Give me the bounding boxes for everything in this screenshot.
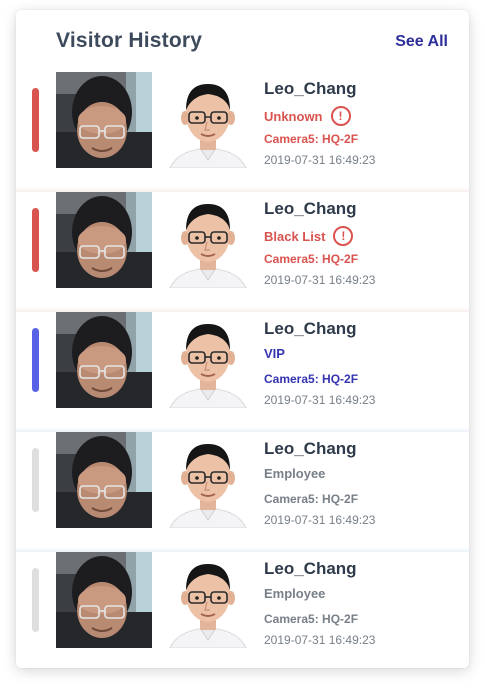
camera-location: Camera5: HQ-2F (264, 612, 359, 626)
visitor-status: Employee (264, 466, 325, 481)
visitor-status: Unknown! (264, 106, 351, 126)
camera-location: Camera5: HQ-2F (264, 252, 359, 266)
visitor-history-card: Visitor History See All Leo_Chang Unknown… (16, 10, 469, 668)
status-indicator-bar (32, 568, 39, 632)
captured-face-photo (56, 432, 152, 528)
visitor-row[interactable]: Leo_Chang Black List! Camera5: HQ-2F 2019-0… (16, 192, 469, 312)
visitor-status-label: Employee (264, 586, 326, 601)
registered-face-photo (160, 432, 256, 528)
visitor-status: Employee (264, 586, 325, 601)
visitor-row[interactable]: Leo_Chang Employee Camera5: HQ-2F 2019-07-3… (16, 552, 469, 668)
camera-location: Camera5: HQ-2F (264, 492, 359, 506)
visitor-row[interactable]: Leo_Chang VIP Camera5: HQ-2F 2019-07-31 16:… (16, 312, 469, 432)
visitor-name: Leo_Chang (264, 439, 357, 458)
status-indicator-bar (32, 88, 39, 152)
captured-face-photo (56, 192, 152, 288)
visit-timestamp: 2019-07-31 16:49:23 (264, 393, 376, 407)
captured-face-photo (56, 312, 152, 408)
alert-circle-icon: ! (333, 226, 354, 246)
captured-face-photo (56, 72, 152, 168)
visit-timestamp: 2019-07-31 16:49:23 (264, 633, 376, 647)
card-header: Visitor History See All (16, 10, 469, 72)
visitor-list: Leo_Chang Unknown! Camera5: HQ-2F 2019-07-3… (16, 72, 469, 668)
see-all-link[interactable]: See All (395, 33, 448, 51)
visitor-name: Leo_Chang (264, 199, 357, 218)
card-title: Visitor History (56, 29, 203, 52)
camera-location: Camera5: HQ-2F (264, 372, 359, 386)
visitor-status-label: Employee (264, 466, 326, 481)
status-indicator-bar (32, 208, 39, 272)
registered-face-photo (160, 192, 256, 288)
visitor-status-label: VIP (264, 346, 285, 361)
registered-face-photo (160, 72, 256, 168)
status-indicator-bar (32, 328, 39, 392)
visitor-status-label: Unknown (264, 108, 323, 124)
visitor-status: Black List! (264, 226, 354, 246)
status-indicator-bar (32, 448, 39, 512)
visitor-status: VIP (264, 346, 285, 361)
captured-face-photo (56, 552, 152, 648)
visitor-name: Leo_Chang (264, 79, 357, 98)
visit-timestamp: 2019-07-31 16:49:23 (264, 153, 376, 167)
alert-circle-icon: ! (330, 106, 351, 126)
visitor-row[interactable]: Leo_Chang Employee Camera5: HQ-2F 2019-07-3… (16, 432, 469, 552)
visit-timestamp: 2019-07-31 16:49:23 (264, 273, 376, 287)
visitor-name: Leo_Chang (264, 559, 357, 578)
visitor-name: Leo_Chang (264, 319, 357, 338)
visitor-status-label: Black List (264, 228, 326, 244)
visit-timestamp: 2019-07-31 16:49:23 (264, 513, 376, 527)
row-divider (16, 667, 469, 668)
camera-location: Camera5: HQ-2F (264, 132, 359, 146)
registered-face-photo (160, 312, 256, 408)
registered-face-photo (160, 552, 256, 648)
visitor-row[interactable]: Leo_Chang Unknown! Camera5: HQ-2F 2019-07-3… (16, 72, 469, 192)
